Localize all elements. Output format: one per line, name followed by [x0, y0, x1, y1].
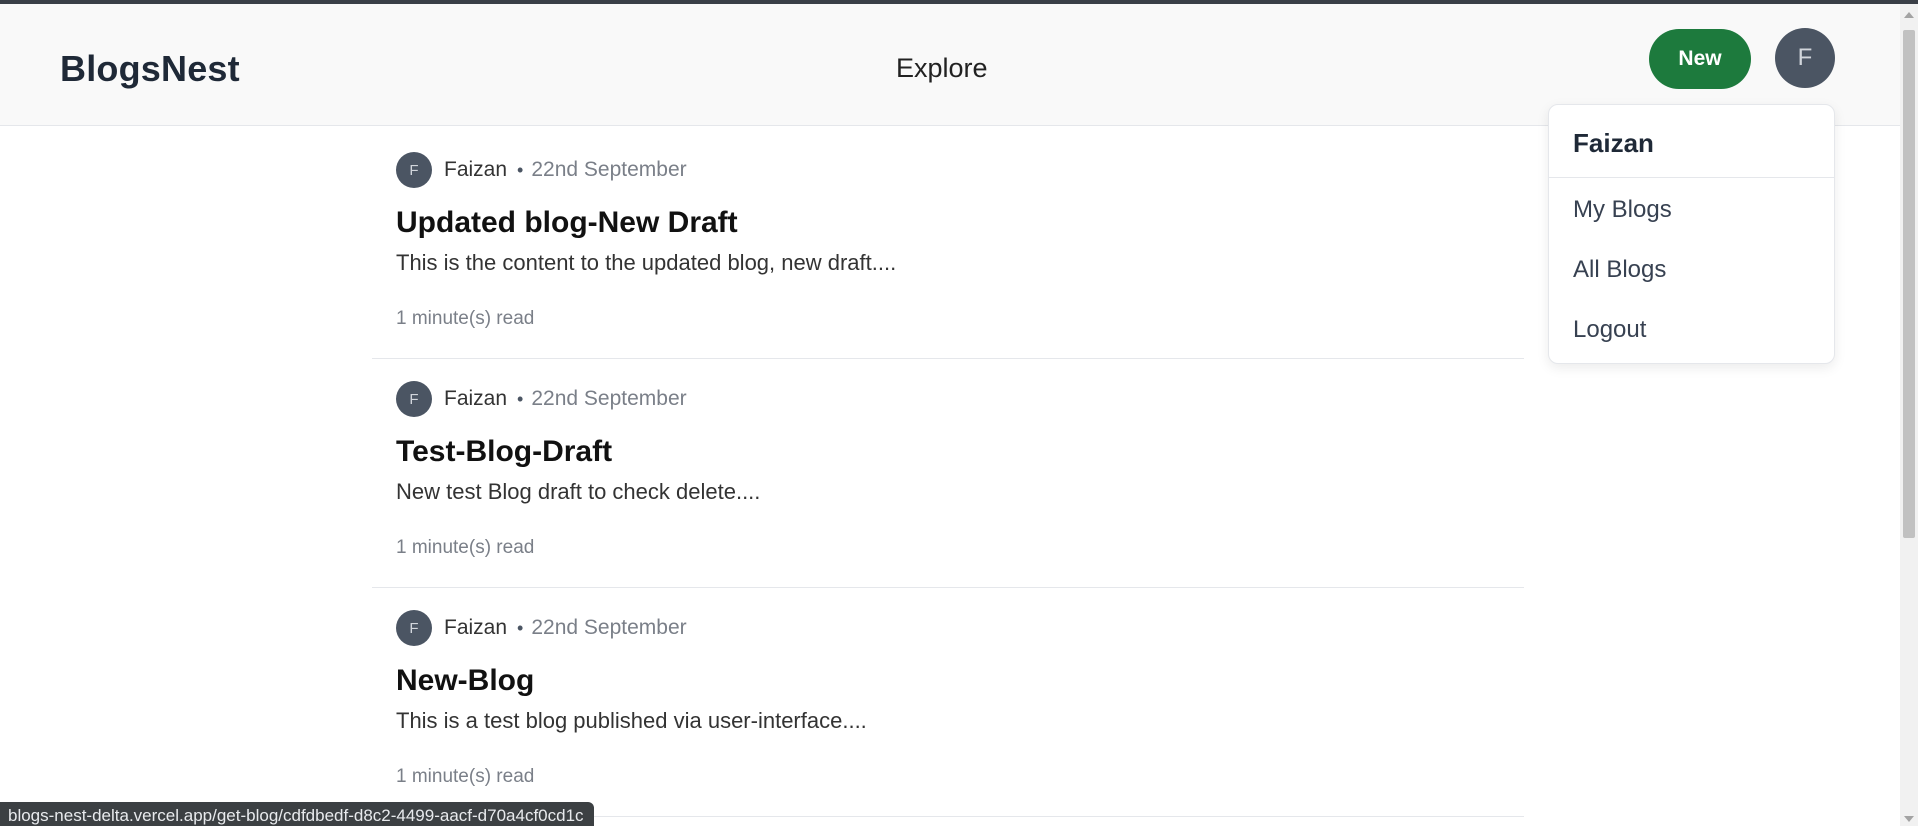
post-title[interactable]: New-Blog	[396, 664, 534, 698]
menu-item-my-blogs[interactable]: My Blogs	[1549, 178, 1834, 238]
meta-separator: •	[517, 617, 524, 638]
new-blog-button[interactable]: New	[1649, 29, 1751, 89]
post-read-time: 1 minute(s) read	[396, 308, 535, 329]
author-name: Faizan	[444, 387, 508, 410]
post-title[interactable]: Test-Blog-Draft	[396, 435, 612, 469]
post-meta: F Faizan • 22nd September	[396, 610, 687, 646]
link-preview-status-bar: blogs-nest-delta.vercel.app/get-blog/cdf…	[0, 802, 594, 826]
blog-post-card[interactable]: F Faizan • 22nd September New-Blog This …	[372, 588, 1524, 817]
post-excerpt: This is a test blog published via user-i…	[396, 708, 867, 733]
post-date: 22nd September	[531, 616, 687, 639]
brand-logo[interactable]: BlogsNest	[60, 48, 240, 90]
author-name: Faizan	[444, 158, 508, 181]
user-avatar-button[interactable]: F	[1775, 28, 1835, 88]
post-date: 22nd September	[531, 158, 687, 181]
menu-item-all-blogs[interactable]: All Blogs	[1549, 238, 1834, 298]
user-dropdown-menu: Faizan My Blogs All Blogs Logout	[1548, 104, 1835, 364]
meta-separator: •	[517, 159, 524, 180]
author-name: Faizan	[444, 616, 508, 639]
scrollbar-thumb[interactable]	[1903, 30, 1915, 538]
post-read-time: 1 minute(s) read	[396, 766, 535, 787]
post-read-time: 1 minute(s) read	[396, 537, 535, 558]
vertical-scrollbar[interactable]	[1900, 4, 1918, 826]
post-excerpt: This is the content to the updated blog,…	[396, 250, 897, 275]
nav-explore-link[interactable]: Explore	[896, 53, 988, 84]
post-title[interactable]: Updated blog-New Draft	[396, 206, 738, 240]
blog-post-card[interactable]: F Faizan • 22nd September Updated blog-N…	[372, 130, 1524, 359]
post-meta: F Faizan • 22nd September	[396, 381, 687, 417]
post-meta: F Faizan • 22nd September	[396, 152, 687, 188]
meta-separator: •	[517, 388, 524, 409]
scroll-down-arrow-icon[interactable]	[1904, 816, 1914, 822]
author-avatar: F	[396, 610, 432, 646]
scroll-up-arrow-icon[interactable]	[1904, 12, 1914, 18]
post-date: 22nd September	[531, 387, 687, 410]
blog-post-card[interactable]: F Faizan • 22nd September Test-Blog-Draf…	[372, 359, 1524, 588]
post-excerpt: New test Blog draft to check delete....	[396, 479, 761, 504]
dropdown-user-name: Faizan	[1549, 105, 1834, 178]
author-avatar: F	[396, 152, 432, 188]
menu-item-logout[interactable]: Logout	[1549, 298, 1834, 358]
author-avatar: F	[396, 381, 432, 417]
